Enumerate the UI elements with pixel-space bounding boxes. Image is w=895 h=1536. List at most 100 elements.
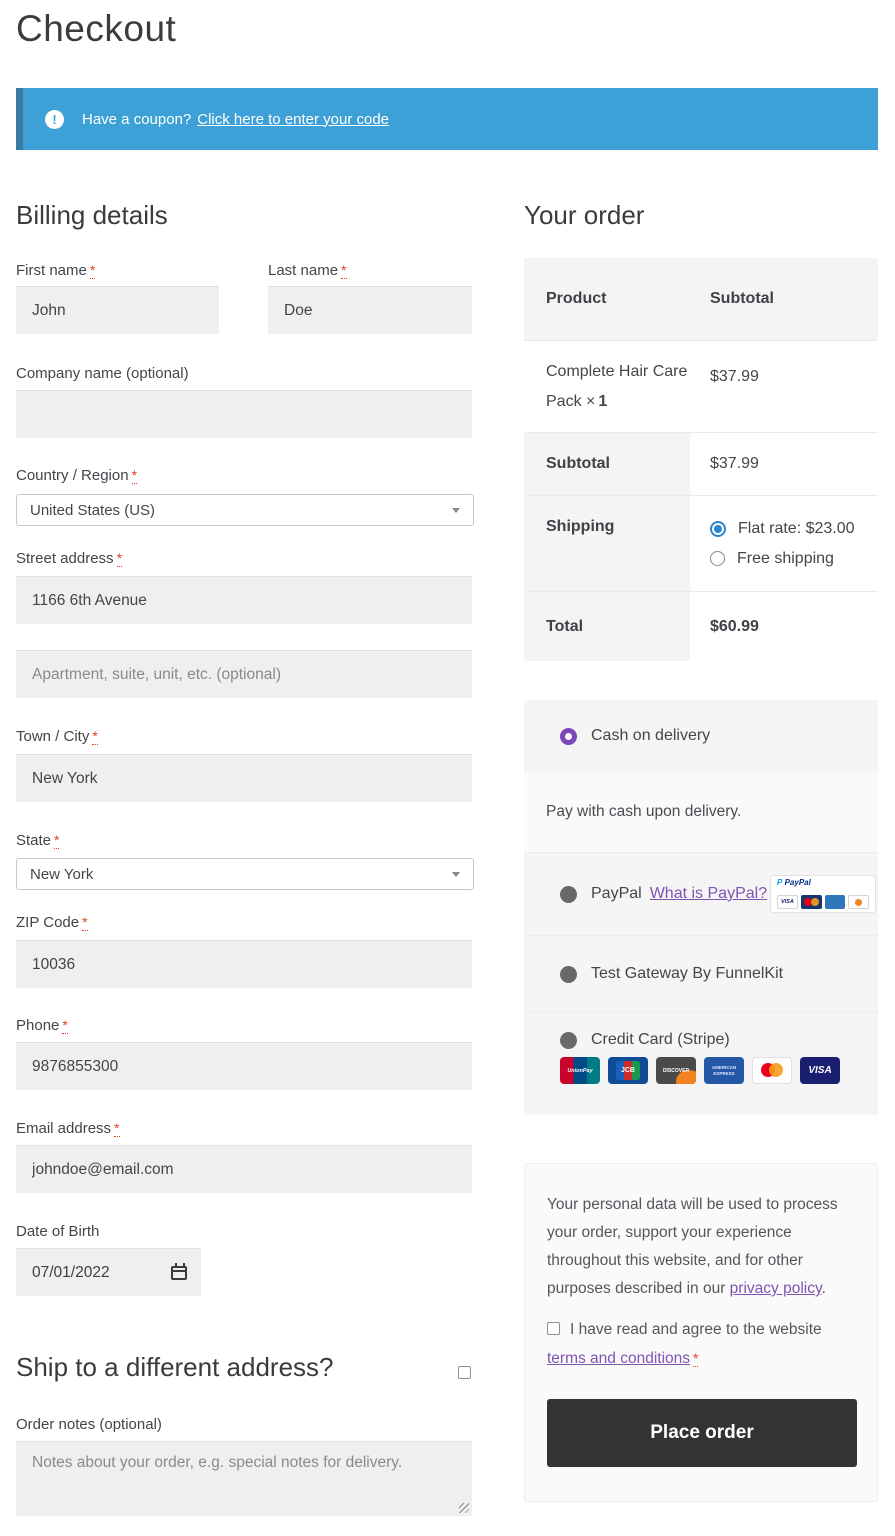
city-label: Town / City* <box>16 728 98 745</box>
unionpay-icon: UnionPay <box>560 1057 600 1084</box>
chevron-down-icon <box>452 508 460 513</box>
first-name-input[interactable] <box>16 286 219 334</box>
email-input[interactable] <box>16 1145 472 1193</box>
coupon-banner-text: Have a coupon? <box>82 111 191 128</box>
free-shipping-radio[interactable] <box>710 551 725 566</box>
test-gateway-label[interactable]: Test Gateway By FunnelKit <box>591 965 783 983</box>
apartment-input[interactable] <box>16 650 472 698</box>
what-is-paypal-link[interactable]: What is PayPal? <box>650 885 767 903</box>
info-icon <box>45 110 64 129</box>
required-mark: * <box>693 1350 698 1367</box>
required-mark: * <box>132 467 137 484</box>
test-gateway-radio[interactable] <box>560 966 577 983</box>
terms-text: I have read and agree to the website <box>570 1321 822 1338</box>
mastercard-icon <box>752 1057 792 1084</box>
ship-different-heading: Ship to a different address? <box>16 1352 334 1383</box>
last-name-input[interactable] <box>268 286 472 334</box>
first-name-label: First name* <box>16 262 95 279</box>
total-value: $60.99 <box>690 592 878 661</box>
order-notes-label: Order notes (optional) <box>16 1416 162 1433</box>
order-item-price: $37.99 <box>690 341 878 432</box>
zip-input[interactable] <box>16 940 472 988</box>
product-column-header: Product <box>524 258 690 340</box>
privacy-policy-text: Your personal data will be used to proce… <box>547 1191 855 1303</box>
terms-checkbox[interactable] <box>547 1322 560 1335</box>
country-select-value: United States (US) <box>30 502 155 519</box>
privacy-policy-link[interactable]: privacy policy <box>730 1280 822 1297</box>
stripe-card-icons: UnionPay JCB DISCOVER AMERICAN EXPRESS V… <box>560 1057 878 1084</box>
payment-method-cod[interactable]: Cash on delivery <box>524 700 878 772</box>
terms-and-conditions-link[interactable]: terms and conditions <box>547 1350 690 1367</box>
payment-method-stripe[interactable]: Credit Card (Stripe) UnionPay JCB DISCOV… <box>524 1012 878 1115</box>
shipping-option-flat-rate[interactable]: Flat rate: $23.00 <box>710 520 878 538</box>
coupon-toggle-link[interactable]: Click here to enter your code <box>197 111 389 128</box>
street-address-input[interactable] <box>16 576 472 624</box>
required-mark: * <box>341 262 346 279</box>
company-input[interactable] <box>16 390 472 438</box>
payment-method-paypal[interactable]: PayPal What is PayPal? P PayPal VISA <box>524 852 878 935</box>
subtotal-row: Subtotal $37.99 <box>524 432 878 495</box>
cod-radio[interactable] <box>560 728 577 745</box>
shipping-row: Shipping Flat rate: $23.00 Free shipping <box>524 495 878 591</box>
visa-icon: VISA <box>800 1057 840 1084</box>
cod-description: Pay with cash upon delivery. <box>524 772 878 852</box>
phone-input[interactable] <box>16 1042 472 1090</box>
paypal-logo-icon: P PayPal <box>777 879 869 887</box>
last-name-label: Last name* <box>268 262 347 279</box>
paypal-radio[interactable] <box>560 886 577 903</box>
required-mark: * <box>62 1017 67 1034</box>
state-label: State* <box>16 832 59 849</box>
subtotal-column-header: Subtotal <box>690 258 878 340</box>
paypal-label[interactable]: PayPal <box>591 885 642 903</box>
required-mark: * <box>90 262 95 279</box>
country-label: Country / Region* <box>16 467 137 484</box>
page-title: Checkout <box>16 8 176 50</box>
order-review-table: Product Subtotal Complete Hair Care Pack… <box>524 258 878 661</box>
free-shipping-label[interactable]: Free shipping <box>737 550 834 568</box>
subtotal-value: $37.99 <box>690 433 878 495</box>
stripe-radio[interactable] <box>560 1032 577 1049</box>
ship-different-checkbox[interactable] <box>458 1366 471 1379</box>
email-label: Email address* <box>16 1120 120 1137</box>
checkout-page: Checkout Have a coupon? Click here to en… <box>0 0 895 1536</box>
state-select-value: New York <box>30 866 93 883</box>
order-item-name-cell: Complete Hair Care Pack ×1 <box>524 341 690 432</box>
dob-date-input[interactable]: 07/01/2022 <box>16 1248 201 1296</box>
stripe-label[interactable]: Credit Card (Stripe) <box>591 1031 730 1049</box>
cod-label[interactable]: Cash on delivery <box>591 727 710 745</box>
discover-mini-icon <box>848 895 869 909</box>
order-notes-textarea[interactable] <box>16 1441 472 1516</box>
shipping-options-cell: Flat rate: $23.00 Free shipping <box>690 496 878 591</box>
amex-mini-icon <box>825 895 846 909</box>
payment-method-test-gateway[interactable]: Test Gateway By FunnelKit <box>524 935 878 1012</box>
company-label: Company name (optional) <box>16 365 189 382</box>
subtotal-label: Subtotal <box>524 433 690 495</box>
city-input[interactable] <box>16 754 472 802</box>
order-item-row: Complete Hair Care Pack ×1 $37.99 <box>524 340 878 432</box>
calendar-icon[interactable] <box>171 1266 187 1280</box>
order-item-name: Complete Hair Care Pack <box>546 363 687 410</box>
required-mark: * <box>114 1120 119 1137</box>
order-notes-wrapper <box>16 1441 472 1516</box>
shipping-option-free[interactable]: Free shipping <box>710 550 878 568</box>
paypal-acceptance-badge: P PayPal VISA <box>770 875 876 913</box>
state-select[interactable]: New York <box>16 858 474 890</box>
required-mark: * <box>82 914 87 931</box>
flat-rate-radio[interactable] <box>710 521 726 537</box>
required-mark: * <box>117 550 122 567</box>
jcb-icon: JCB <box>608 1057 648 1084</box>
dob-label: Date of Birth <box>16 1223 99 1240</box>
required-mark: * <box>92 728 97 745</box>
total-label: Total <box>524 592 690 661</box>
terms-row: I have read and agree to the website ter… <box>547 1316 855 1373</box>
flat-rate-label[interactable]: Flat rate: $23.00 <box>738 520 855 538</box>
country-select[interactable]: United States (US) <box>16 494 474 526</box>
paypal-mini-cards: VISA <box>777 895 869 909</box>
billing-details-heading: Billing details <box>16 200 168 231</box>
chevron-down-icon <box>452 872 460 877</box>
order-item-times: × <box>586 393 595 410</box>
zip-label: ZIP Code* <box>16 914 88 931</box>
place-order-button[interactable]: Place order <box>547 1399 857 1467</box>
discover-icon: DISCOVER <box>656 1057 696 1084</box>
total-row: Total $60.99 <box>524 591 878 661</box>
